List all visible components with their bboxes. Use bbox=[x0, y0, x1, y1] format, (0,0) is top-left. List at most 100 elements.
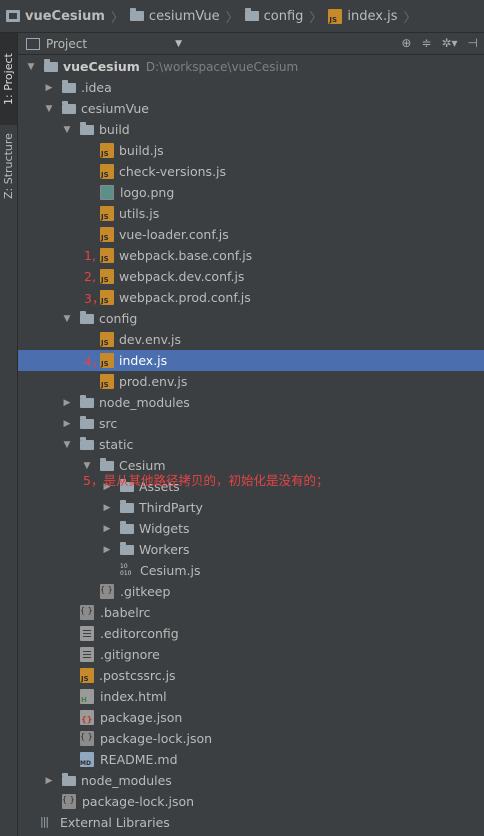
tree-row-build-js[interactable]: build.js bbox=[18, 140, 484, 161]
tree-row-webpack-base-conf-js[interactable]: 1, webpack.base.conf.js bbox=[18, 245, 484, 266]
tab-project[interactable]: 1: Project bbox=[0, 33, 17, 125]
tree-row-package-lock-json-outer[interactable]: package-lock.json bbox=[18, 791, 484, 812]
tree-row-assets[interactable]: ▶ Assets 5，是从其他路径拷贝的，初始化是没有的； bbox=[18, 473, 484, 497]
js-file-icon bbox=[80, 668, 94, 683]
crosshair-icon[interactable]: ⊕ bbox=[401, 36, 411, 50]
breadcrumb-index-js[interactable]: index.js bbox=[328, 8, 398, 24]
breadcrumb-cesiumvue[interactable]: cesiumVue bbox=[129, 8, 220, 24]
tree-row-package-json[interactable]: package.json bbox=[18, 707, 484, 728]
project-view-selector[interactable]: Project bbox=[26, 37, 87, 51]
breadcrumb-config[interactable]: config bbox=[244, 8, 303, 24]
tree-row-index-html[interactable]: index.html bbox=[18, 686, 484, 707]
js-file-icon bbox=[100, 143, 114, 158]
folder-icon bbox=[120, 520, 134, 534]
tree-row-gitignore[interactable]: .gitignore bbox=[18, 644, 484, 665]
folder-icon bbox=[62, 79, 76, 93]
folder-icon bbox=[80, 121, 94, 135]
collapsed-arrow-icon[interactable]: ▶ bbox=[62, 419, 72, 429]
library-icon bbox=[40, 815, 54, 830]
tree-row-index-js[interactable]: 4， index.js bbox=[18, 350, 484, 371]
panel-toolbar: ⊕ ≑ ✲▾ ⊣ bbox=[401, 36, 478, 50]
tree-row-dev-env-js[interactable]: dev.env.js bbox=[18, 329, 484, 350]
expanded-arrow-icon[interactable]: ▼ bbox=[62, 125, 72, 135]
collapsed-arrow-icon[interactable]: ▶ bbox=[102, 524, 112, 534]
collapsed-arrow-icon[interactable]: ▶ bbox=[44, 776, 54, 786]
expanded-arrow-icon[interactable]: ▼ bbox=[62, 440, 72, 450]
folder-icon bbox=[62, 100, 76, 114]
expanded-arrow-icon[interactable]: ▼ bbox=[62, 314, 72, 324]
js-file-icon bbox=[100, 164, 114, 179]
hide-icon[interactable]: ⊣ bbox=[468, 36, 478, 50]
js-file-icon bbox=[100, 248, 114, 263]
json-file-icon bbox=[80, 710, 94, 725]
js-file-icon bbox=[100, 332, 114, 347]
config-file-icon bbox=[100, 584, 114, 599]
tree-row-widgets[interactable]: ▶ Widgets bbox=[18, 518, 484, 539]
breadcrumb-separator: 〉 bbox=[225, 10, 239, 26]
config-file-icon bbox=[80, 605, 94, 620]
tree-row-check-versions-js[interactable]: check-versions.js bbox=[18, 161, 484, 182]
tree-row-readme-md[interactable]: README.md bbox=[18, 749, 484, 770]
tree-row-thirdparty[interactable]: ▶ ThirdParty bbox=[18, 497, 484, 518]
text-file-icon bbox=[80, 626, 94, 641]
tree-row-vue-loader-conf-js[interactable]: vue-loader.conf.js bbox=[18, 224, 484, 245]
tree-row-postcssrc-js[interactable]: .postcssrc.js bbox=[18, 665, 484, 686]
tree-row-workers[interactable]: ▶ Workers bbox=[18, 539, 484, 560]
breadcrumb-separator: 〉 bbox=[309, 10, 323, 26]
breadcrumb-project[interactable]: vueCesium bbox=[6, 9, 105, 24]
tree-row-package-lock-json[interactable]: package-lock.json bbox=[18, 728, 484, 749]
collapsed-arrow-icon[interactable]: ▶ bbox=[102, 503, 112, 513]
tree-row-external-libraries[interactable]: External Libraries bbox=[18, 812, 484, 833]
tree-row-node-modules-inner[interactable]: ▶ node_modules bbox=[18, 392, 484, 413]
tree-row-node-modules-outer[interactable]: ▶ node_modules bbox=[18, 770, 484, 791]
tree-row-idea[interactable]: ▶ .idea bbox=[18, 77, 484, 98]
tree-row-prod-env-js[interactable]: prod.env.js bbox=[18, 371, 484, 392]
expanded-arrow-icon[interactable]: ▼ bbox=[44, 104, 54, 114]
collapsed-arrow-icon[interactable]: ▶ bbox=[62, 398, 72, 408]
folder-icon bbox=[80, 394, 94, 408]
expanded-arrow-icon[interactable]: ▼ bbox=[26, 62, 36, 72]
tree-row-cesium-js[interactable]: Cesium.js bbox=[18, 560, 484, 581]
folder-icon bbox=[120, 499, 134, 513]
folder-icon bbox=[62, 772, 76, 786]
tree-row-root[interactable]: ▼ vueCesium D:\workspace\vueCesium bbox=[18, 56, 484, 77]
tree-row-build[interactable]: ▼ build bbox=[18, 119, 484, 140]
tree-row-logo-png[interactable]: logo.png bbox=[18, 182, 484, 203]
folder-icon bbox=[80, 436, 94, 450]
binary-file-icon bbox=[120, 563, 134, 578]
breadcrumb: vueCesium 〉 cesiumVue 〉 config 〉 index.j… bbox=[0, 0, 484, 33]
folder-icon bbox=[129, 8, 144, 21]
folder-icon bbox=[80, 310, 94, 324]
html-file-icon bbox=[80, 689, 94, 704]
js-file-icon bbox=[100, 374, 114, 389]
tree-row-config[interactable]: ▼ config bbox=[18, 308, 484, 329]
gear-icon[interactable]: ✲▾ bbox=[441, 36, 457, 50]
collapse-icon[interactable]: ≑ bbox=[421, 36, 431, 50]
tree-row-src[interactable]: ▶ src bbox=[18, 413, 484, 434]
project-view-icon bbox=[26, 37, 40, 50]
project-tree: ▼ vueCesium D:\workspace\vueCesium ▶ .id… bbox=[18, 56, 484, 833]
collapsed-arrow-icon[interactable]: ▶ bbox=[44, 83, 54, 93]
tree-row-webpack-prod-conf-js[interactable]: 3， webpack.prod.conf.js bbox=[18, 287, 484, 308]
expanded-arrow-icon[interactable]: ▼ bbox=[82, 461, 92, 471]
tree-row-editorconfig[interactable]: .editorconfig bbox=[18, 623, 484, 644]
breadcrumb-separator: 〉 bbox=[403, 10, 417, 26]
tree-row-gitkeep[interactable]: .gitkeep bbox=[18, 581, 484, 602]
js-file-icon bbox=[328, 8, 343, 24]
text-file-icon bbox=[80, 647, 94, 662]
tree-row-babelrc[interactable]: .babelrc bbox=[18, 602, 484, 623]
tool-window-strip: 1: Project Z: Structure bbox=[0, 33, 18, 836]
tree-row-webpack-dev-conf-js[interactable]: 2, webpack.dev.conf.js bbox=[18, 266, 484, 287]
collapsed-arrow-icon[interactable]: ▶ bbox=[102, 545, 112, 555]
folder-icon bbox=[120, 541, 134, 555]
tree-row-static[interactable]: ▼ static bbox=[18, 434, 484, 455]
project-icon bbox=[6, 10, 20, 22]
js-file-icon bbox=[100, 353, 114, 368]
tree-row-cesiumvue[interactable]: ▼ cesiumVue bbox=[18, 98, 484, 119]
annotation-5: 5，是从其他路径拷贝的，初始化是没有的； bbox=[83, 473, 329, 488]
tree-row-utils-js[interactable]: utils.js bbox=[18, 203, 484, 224]
folder-icon bbox=[100, 457, 114, 471]
tab-structure[interactable]: Z: Structure bbox=[0, 125, 17, 207]
chevron-down-icon[interactable]: ▼ bbox=[175, 39, 182, 49]
breadcrumb-separator: 〉 bbox=[110, 10, 124, 26]
